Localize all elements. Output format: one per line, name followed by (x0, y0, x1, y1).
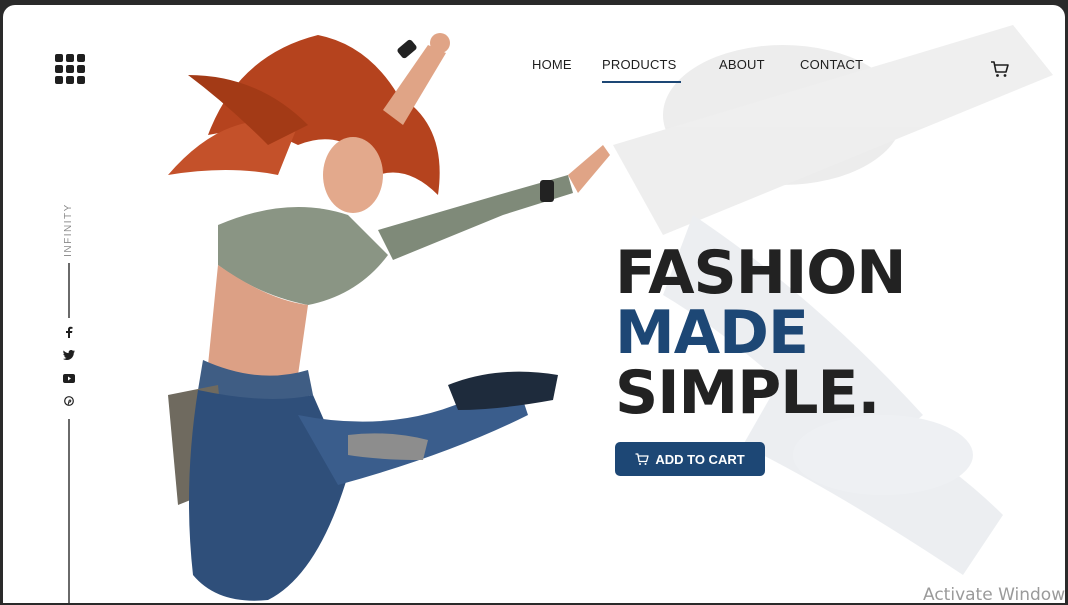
youtube-icon[interactable] (61, 371, 77, 385)
brand-vertical-label: INFINITY (63, 203, 74, 257)
rail-divider-bottom (68, 419, 70, 603)
add-to-cart-button[interactable]: ADD TO CART (615, 442, 765, 476)
rail-divider-top (68, 263, 70, 318)
facebook-icon[interactable] (61, 325, 77, 339)
page-frame: HOME PRODUCTS ABOUT CONTACT INFINITY FAS… (3, 5, 1065, 603)
nav-contact[interactable]: CONTACT (800, 57, 863, 72)
headline-line-1: FASHION (615, 238, 907, 308)
cart-icon (635, 452, 649, 465)
activation-watermark: Activate Window (923, 585, 1066, 605)
nav-about[interactable]: ABOUT (719, 57, 765, 72)
headline-line-2: MADE (615, 298, 809, 368)
twitter-icon[interactable] (61, 348, 77, 362)
cart-icon[interactable] (990, 59, 1010, 79)
pinterest-icon[interactable] (61, 394, 77, 408)
hero-dancer-image (168, 33, 610, 601)
hero-headline: FASHION MADE SIMPLE. (615, 238, 907, 428)
app-grid-menu-icon[interactable] (55, 54, 85, 84)
add-to-cart-label: ADD TO CART (655, 451, 745, 467)
headline-line-3: SIMPLE. (615, 358, 880, 428)
